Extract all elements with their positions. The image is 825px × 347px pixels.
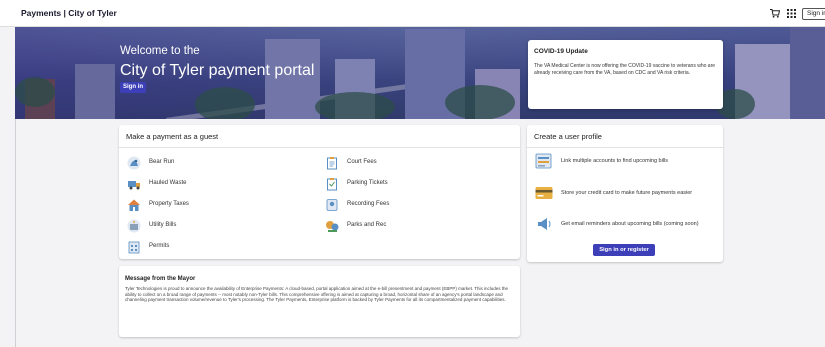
welcome-line-2: City of Tyler payment portal xyxy=(120,62,315,79)
covid-title: COVID-19 Update xyxy=(534,48,588,55)
profile-benefit-label: Link multiple accounts to find upcoming … xyxy=(561,158,669,164)
divider xyxy=(119,147,520,148)
bear-icon xyxy=(127,156,141,170)
app-title[interactable]: Payments | City of Tyler xyxy=(21,8,117,18)
megaphone-icon xyxy=(538,218,551,230)
user-profile-card: Create a user profile Link multiple acco… xyxy=(527,125,723,262)
profile-benefit-label: Get email reminders about upcoming bills… xyxy=(561,221,699,227)
page-edge-line xyxy=(15,119,16,347)
parks-icon xyxy=(326,221,339,232)
utility-icon xyxy=(127,219,141,233)
court-clipboard-icon xyxy=(327,157,337,170)
accounts-icon xyxy=(535,153,552,169)
waste-truck-icon xyxy=(128,181,140,190)
mayor-body: Tyler Technologies is proud to announce … xyxy=(125,286,509,302)
cart-icon[interactable] xyxy=(770,9,780,18)
guest-card-title: Make a payment as a guest xyxy=(126,132,219,141)
credit-card-icon xyxy=(535,187,553,199)
pay-item-label: Permits xyxy=(149,243,170,249)
signin-register-button[interactable]: Sign in or register xyxy=(593,244,655,256)
top-signin-button[interactable]: Sign in xyxy=(802,8,825,20)
pay-item-label: Parking Tickets xyxy=(347,180,388,186)
pay-item-label: Recording Fees xyxy=(347,201,390,207)
welcome-line-1: Welcome to the xyxy=(120,45,200,57)
ticket-clipboard-icon xyxy=(327,178,337,191)
divider xyxy=(527,147,723,148)
pay-item-label: Court Fees xyxy=(347,159,377,165)
profile-benefit-credit-card: Store your credit card to make future pa… xyxy=(535,184,720,204)
covid-body: The VA Medical Center is now offering th… xyxy=(534,63,716,76)
pay-item-label: Utility Bills xyxy=(149,222,177,228)
hero-signin-button[interactable]: Sign in xyxy=(120,82,146,93)
permit-icon xyxy=(128,241,140,254)
guest-payment-card: Make a payment as a guest Bear Run Haule… xyxy=(119,125,520,259)
profile-benefit-accounts: Link multiple accounts to find upcoming … xyxy=(535,152,720,172)
pay-item-label: Hauled Waste xyxy=(149,180,187,186)
pay-item-label: Property Taxes xyxy=(149,201,189,207)
pay-item-label: Parks and Rec xyxy=(347,222,387,228)
top-bar: Payments | City of Tyler Sign in xyxy=(0,0,825,27)
recording-icon xyxy=(326,199,338,211)
mayor-title: Message from the Mayor xyxy=(125,276,196,282)
profile-card-title: Create a user profile xyxy=(534,132,602,141)
pay-item-label: Bear Run xyxy=(149,159,175,165)
grid-icon[interactable] xyxy=(787,9,796,18)
house-icon xyxy=(128,199,140,211)
covid-update-card: COVID-19 Update The VA Medical Center is… xyxy=(528,40,723,109)
profile-benefit-email: Get email reminders about upcoming bills… xyxy=(535,215,720,235)
mayor-message-card: Message from the Mayor Tyler Technologie… xyxy=(119,266,520,337)
profile-benefit-label: Store your credit card to make future pa… xyxy=(561,190,693,196)
